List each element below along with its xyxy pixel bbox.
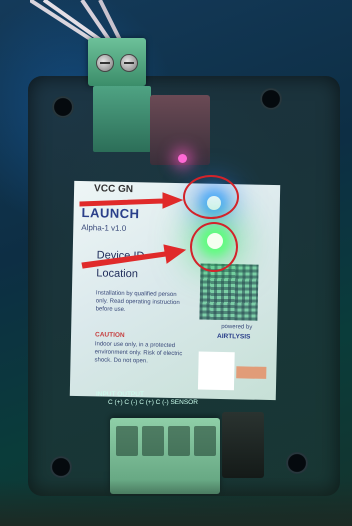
terminal-slot bbox=[168, 426, 190, 456]
bottom-shadow bbox=[0, 480, 352, 526]
model-name: Alpha-1 v1.0 bbox=[81, 223, 127, 233]
installation-note: Installation by qualified person only. R… bbox=[95, 290, 180, 313]
qr-code bbox=[199, 263, 259, 321]
location-field: Location bbox=[96, 267, 139, 281]
caution-text: Indoor use only, in a protected environm… bbox=[94, 341, 183, 365]
device-id-field: Device ID bbox=[96, 249, 145, 263]
redaction-box bbox=[197, 351, 235, 391]
sensor-connector bbox=[222, 412, 264, 478]
highlight-circle-blue-led bbox=[183, 175, 239, 219]
terminal-slot bbox=[142, 426, 164, 456]
vcc-label: VCC GN bbox=[93, 183, 134, 196]
top-terminal-block bbox=[88, 38, 146, 86]
device-label: VCC GN LAUNCH Alpha-1 v1.0 Device ID Loc… bbox=[69, 180, 281, 401]
powered-by-brand: AIRTLYSIS bbox=[216, 332, 251, 341]
terminal-slot bbox=[116, 426, 138, 456]
brand-name: LAUNCH bbox=[81, 205, 140, 222]
mount-hole-bottom-left bbox=[50, 456, 72, 478]
pink-led-icon bbox=[178, 154, 187, 163]
pin-label-row-2: C (+) C (-) C (+) C (-) SENSOR bbox=[108, 399, 198, 406]
mount-hole-top-left bbox=[52, 96, 74, 118]
terminal-slot bbox=[194, 426, 216, 456]
top-connector-body bbox=[93, 86, 151, 152]
mount-hole-bottom-right bbox=[286, 452, 308, 474]
screw-icon bbox=[96, 54, 114, 72]
screw-icon bbox=[120, 54, 138, 72]
powered-by-label: powered by bbox=[221, 323, 253, 331]
orange-sticker bbox=[236, 366, 267, 379]
pin-label-row-1: INPUT OUTPUT bbox=[96, 391, 144, 398]
photo-scene: VCC GN LAUNCH Alpha-1 v1.0 Device ID Loc… bbox=[0, 0, 352, 526]
caution-title: CAUTION bbox=[94, 331, 125, 339]
highlight-circle-green-led bbox=[190, 222, 238, 272]
mount-hole-top-right bbox=[260, 88, 282, 110]
